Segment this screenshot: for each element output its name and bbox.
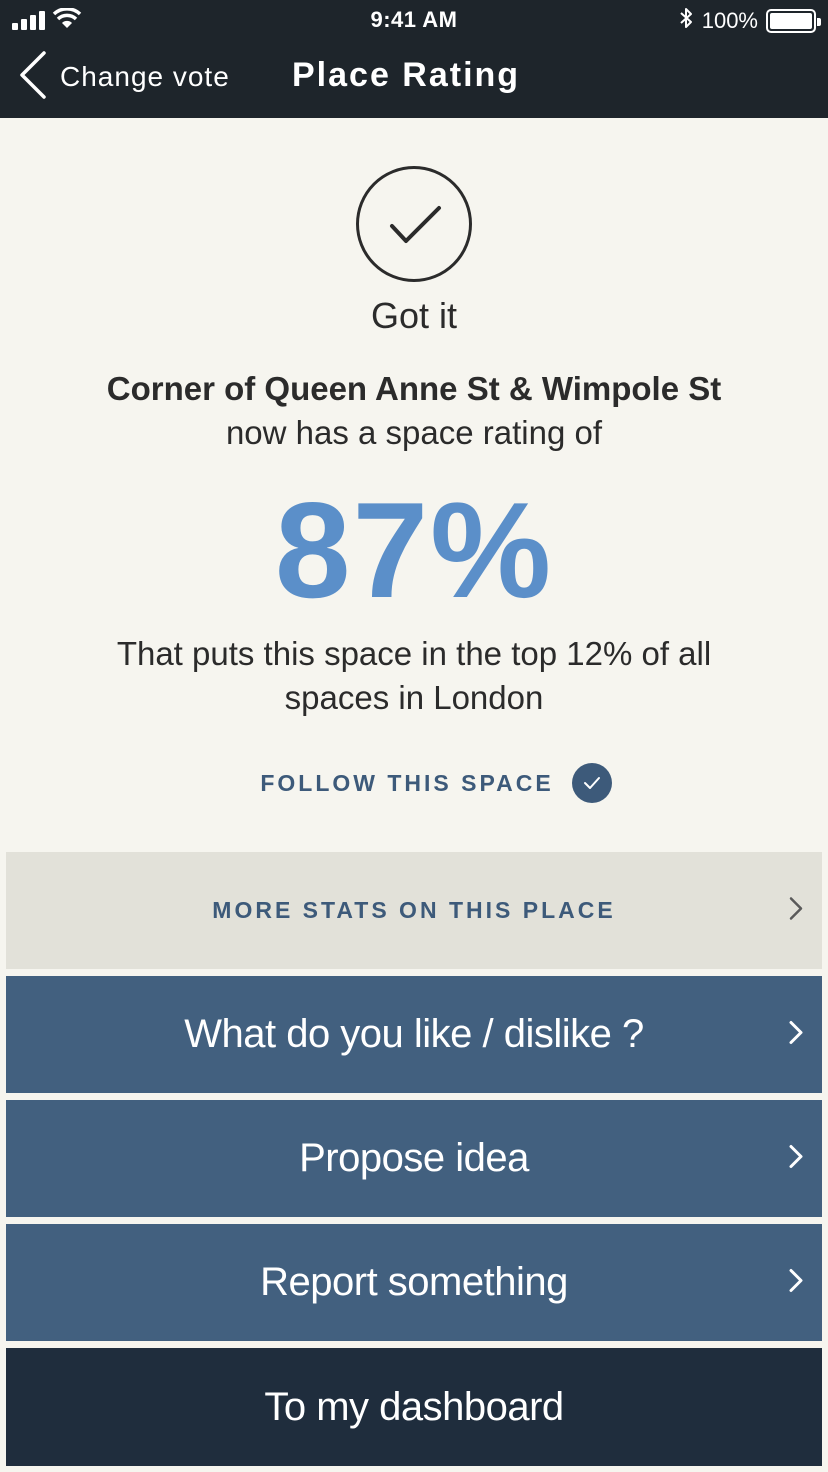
dashboard-button[interactable]: To my dashboard — [6, 1348, 822, 1466]
back-button[interactable]: Change vote — [18, 50, 230, 105]
checkmark-circle-icon — [356, 166, 472, 282]
status-right: 100% — [678, 6, 821, 36]
chevron-right-icon — [788, 1143, 804, 1174]
status-bar: 9:41 AM 100% — [0, 0, 828, 40]
follow-space-button[interactable]: FOLLOW THIS SPACE — [0, 760, 828, 806]
rating-value: 87% — [274, 474, 554, 626]
like-dislike-button[interactable]: What do you like / dislike ? — [6, 976, 822, 1093]
report-something-button[interactable]: Report something — [6, 1224, 822, 1341]
header-bar: 9:41 AM 100% Change vote Place Rating — [0, 0, 828, 118]
propose-idea-button[interactable]: Propose idea — [6, 1100, 822, 1217]
chevron-right-icon — [788, 895, 804, 926]
confirmation-label: Got it — [370, 295, 458, 336]
more-stats-label: MORE STATS ON THIS PLACE — [212, 897, 616, 923]
page-title: Place Rating — [292, 56, 521, 94]
report-something-label: Report something — [260, 1260, 568, 1304]
battery-icon — [766, 9, 821, 33]
rank-text: That puts this space in the top 12% of a… — [116, 635, 712, 716]
back-button-label: Change vote — [60, 61, 230, 92]
dashboard-label: To my dashboard — [264, 1384, 564, 1429]
bluetooth-icon — [678, 6, 694, 36]
chevron-left-icon — [18, 50, 48, 105]
chevron-right-icon — [788, 1267, 804, 1298]
rating-intro: now has a space rating of — [225, 414, 603, 451]
chevron-right-icon — [788, 1019, 804, 1050]
place-name: Corner of Queen Anne St & Wimpole St — [106, 370, 722, 407]
like-dislike-label: What do you like / dislike ? — [184, 1012, 644, 1056]
follow-label: FOLLOW THIS SPACE — [260, 769, 554, 796]
more-stats-button[interactable]: MORE STATS ON THIS PLACE — [6, 852, 822, 969]
propose-idea-label: Propose idea — [299, 1136, 529, 1180]
battery-percent: 100% — [701, 8, 758, 33]
check-icon — [571, 763, 612, 803]
